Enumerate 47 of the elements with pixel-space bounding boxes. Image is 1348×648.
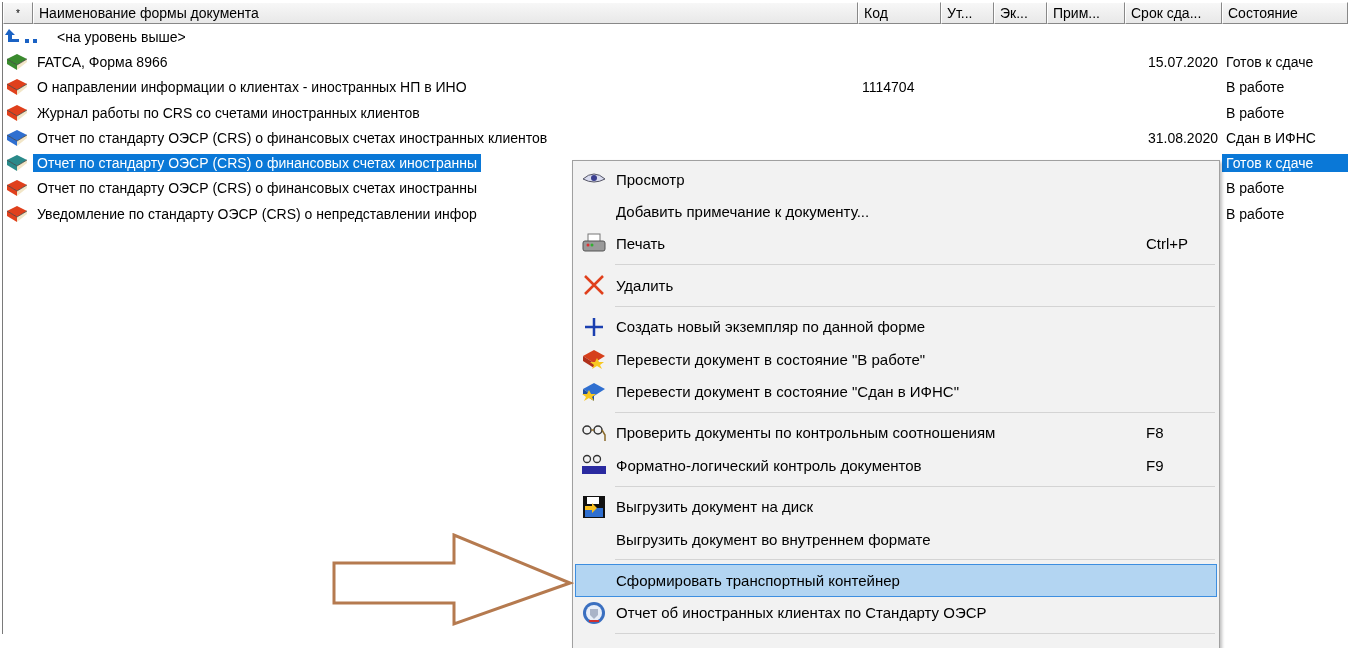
date-cell-text: 15.07.2020	[1146, 52, 1219, 71]
close-icon	[583, 274, 605, 297]
status-cell-text: В работе	[1225, 103, 1286, 122]
document-name[interactable]: Журнал работы по CRS со счетами иностранных клиентов	[33, 103, 424, 122]
menu-item[interactable]: Перевести документ в состояние "В работе"	[575, 342, 1217, 376]
status-cell-text: Готов к сдаче	[1225, 52, 1315, 71]
book-star-icon	[581, 380, 607, 403]
menu-item[interactable]: Добавить примечание к документу...	[575, 195, 1217, 228]
menu-item[interactable]: Создать новый экземпляр по данной форме	[575, 310, 1217, 343]
glasses-icon	[581, 422, 607, 443]
printer-icon	[582, 232, 606, 255]
menu-item[interactable]: Отчет об иностранных клиентах по Стандарту ОЭСР	[575, 596, 1217, 630]
column-header[interactable]: Эк...	[994, 2, 1047, 24]
column-header[interactable]: Срок сда...	[1125, 2, 1222, 24]
book-star-icon	[581, 348, 607, 371]
menu-item[interactable]: Удалить	[575, 269, 1217, 302]
document-name[interactable]: Отчет по стандарту ОЭСР (CRS) о финансовых счетах иностранны	[33, 179, 482, 198]
menu-item[interactable]: Проверить документы по контрольным соотношениям F8	[575, 416, 1217, 450]
menu-item[interactable]: Выгрузить документ во внутреннем формате	[575, 522, 1217, 556]
code-cell-text: 1114704	[861, 78, 916, 97]
emblem-icon	[582, 600, 606, 625]
menu-item[interactable]: Перевести документ в состояние "Сдан в ИФНС"	[575, 375, 1217, 408]
column-header[interactable]: Наименование формы документа	[33, 2, 858, 24]
glasses-xml-icon	[581, 454, 607, 477]
document-name[interactable]: Отчет по стандарту ОЭСР (CRS) о финансовых счетах иностранны	[33, 154, 482, 173]
menu-item[interactable]: Сформировать транспортный контейнер	[575, 564, 1217, 597]
document-name[interactable]: О направлении информации о клиентах - иностранных НП в ИНО	[33, 78, 471, 97]
column-header[interactable]: Прим...	[1047, 2, 1125, 24]
document-name[interactable]: FATCA, Форма 8966	[33, 52, 172, 71]
document-name[interactable]: Отчет по стандарту ОЭСР (CRS) о финансовых счетах иностранных клиентов	[33, 128, 552, 147]
status-cell: Готов к сдаче	[1222, 154, 1348, 173]
status-cell-text: В работе	[1225, 179, 1286, 198]
plus-icon	[584, 316, 604, 337]
menu-item[interactable]: Печать Ctrl+P	[575, 227, 1217, 261]
column-header[interactable]: Ут...	[941, 2, 994, 24]
status-cell-text: Сдан в ИФНС	[1225, 128, 1317, 147]
status-cell-text: В работе	[1225, 204, 1286, 223]
column-header[interactable]: Состояние	[1222, 2, 1348, 24]
document-name[interactable]: <на уровень выше>	[53, 27, 190, 46]
menu-item[interactable]: Просмотр	[575, 163, 1217, 196]
date-cell-text: 31.08.2020	[1146, 128, 1219, 147]
menu-item[interactable]: Форматно-логический контроль документов F9	[575, 449, 1217, 482]
column-header[interactable]: Код	[858, 2, 941, 24]
column-header[interactable]: *	[3, 2, 33, 24]
menu-item[interactable]: Выгрузить документ на диск	[575, 490, 1217, 523]
status-cell-text: В работе	[1225, 78, 1286, 97]
document-name[interactable]: Уведомление по стандарту ОЭСР (CRS) о непредставлении инфор	[33, 204, 481, 223]
